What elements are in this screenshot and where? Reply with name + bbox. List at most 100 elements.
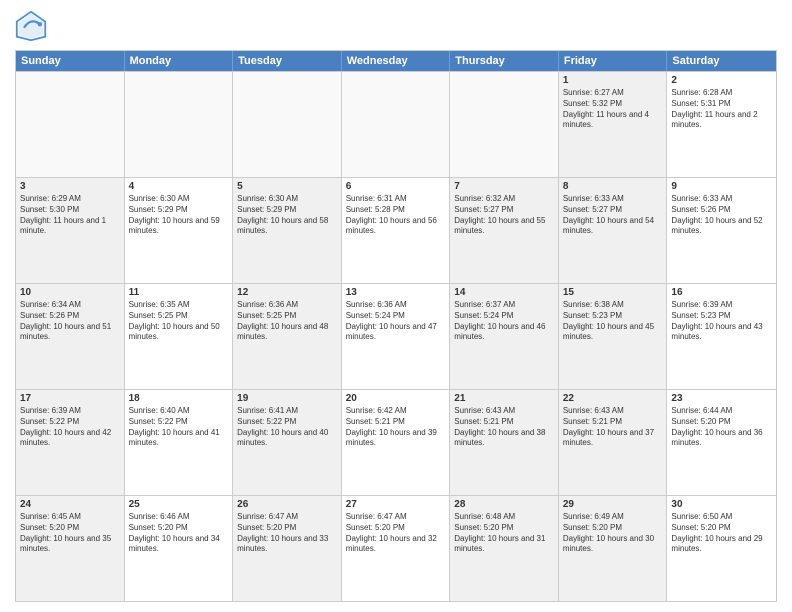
logo-icon	[15, 10, 47, 42]
cell-info: Sunrise: 6:46 AM Sunset: 5:20 PM Dayligh…	[129, 512, 229, 555]
calendar-cell-day-1: 1 Sunrise: 6:27 AM Sunset: 5:32 PM Daylig…	[559, 72, 668, 177]
calendar-cell-day-28: 28 Sunrise: 6:48 AM Sunset: 5:20 PM Dayli…	[450, 496, 559, 601]
day-number: 4	[129, 181, 229, 192]
calendar-cell-empty-0-1	[125, 72, 234, 177]
day-number: 10	[20, 287, 120, 298]
cell-info: Sunrise: 6:35 AM Sunset: 5:25 PM Dayligh…	[129, 300, 229, 343]
calendar-cell-day-15: 15Sunrise: 6:38 AM Sunset: 5:23 PM Dayli…	[559, 284, 668, 389]
calendar-cell-day-25: 25 Sunrise: 6:46 AM Sunset: 5:20 PM Dayli…	[125, 496, 234, 601]
header-day-thursday: Thursday	[450, 51, 559, 71]
day-number: 7	[454, 181, 554, 192]
cell-info: Sunrise: 6:42 AM Sunset: 5:21 PM Dayligh…	[346, 406, 446, 449]
calendar-cell-empty-0-0	[16, 72, 125, 177]
day-number: 22	[563, 393, 663, 404]
calendar-cell-day-26: 26 Sunrise: 6:47 AM Sunset: 5:20 PM Dayli…	[233, 496, 342, 601]
calendar-cell-day-9: 9Sunrise: 6:33 AM Sunset: 5:26 PM Daylig…	[667, 178, 776, 283]
header-day-friday: Friday	[559, 51, 668, 71]
page: SundayMondayTuesdayWednesdayThursdayFrid…	[0, 0, 792, 612]
cell-info: Sunrise: 6:30 AM Sunset: 5:29 PM Dayligh…	[129, 194, 229, 237]
cell-info: Sunrise: 6:43 AM Sunset: 5:21 PM Dayligh…	[454, 406, 554, 449]
cell-info: Sunrise: 6:30 AM Sunset: 5:29 PM Dayligh…	[237, 194, 337, 237]
calendar-row-5: 24Sunrise: 6:45 AM Sunset: 5:20 PM Dayli…	[16, 495, 776, 601]
cell-info: Sunrise: 6:33 AM Sunset: 5:27 PM Dayligh…	[563, 194, 663, 237]
cell-info: Sunrise: 6:43 AM Sunset: 5:21 PM Dayligh…	[563, 406, 663, 449]
cell-info: Sunrise: 6:29 AM Sunset: 5:30 PM Dayligh…	[20, 194, 120, 237]
day-number: 28	[454, 499, 554, 510]
header-day-wednesday: Wednesday	[342, 51, 451, 71]
calendar-cell-day-8: 8 Sunrise: 6:33 AM Sunset: 5:27 PM Daylig…	[559, 178, 668, 283]
day-number: 20	[346, 393, 446, 404]
header-day-sunday: Sunday	[16, 51, 125, 71]
cell-info: Sunrise: 6:44 AM Sunset: 5:20 PM Dayligh…	[671, 406, 772, 449]
calendar-cell-day-17: 17 Sunrise: 6:39 AM Sunset: 5:22 PM Dayli…	[16, 390, 125, 495]
calendar-row-3: 10Sunrise: 6:34 AM Sunset: 5:26 PM Dayli…	[16, 283, 776, 389]
cell-info: Sunrise: 6:36 AM Sunset: 5:24 PM Dayligh…	[346, 300, 446, 343]
calendar-row-2: 3 Sunrise: 6:29 AM Sunset: 5:30 PM Daylig…	[16, 177, 776, 283]
calendar-cell-day-7: 7 Sunrise: 6:32 AM Sunset: 5:27 PM Daylig…	[450, 178, 559, 283]
day-number: 2	[671, 75, 772, 86]
calendar-cell-empty-0-3	[342, 72, 451, 177]
cell-info: Sunrise: 6:31 AM Sunset: 5:28 PM Dayligh…	[346, 194, 446, 237]
calendar-cell-day-30: 30 Sunrise: 6:50 AM Sunset: 5:20 PM Dayli…	[667, 496, 776, 601]
day-number: 17	[20, 393, 120, 404]
calendar-cell-day-13: 13 Sunrise: 6:36 AM Sunset: 5:24 PM Dayli…	[342, 284, 451, 389]
calendar-cell-day-5: 5 Sunrise: 6:30 AM Sunset: 5:29 PM Daylig…	[233, 178, 342, 283]
day-number: 13	[346, 287, 446, 298]
header-day-monday: Monday	[125, 51, 234, 71]
day-number: 15	[563, 287, 663, 298]
day-number: 12	[237, 287, 337, 298]
calendar-body: 1 Sunrise: 6:27 AM Sunset: 5:32 PM Daylig…	[16, 71, 776, 601]
cell-info: Sunrise: 6:47 AM Sunset: 5:20 PM Dayligh…	[346, 512, 446, 555]
day-number: 25	[129, 499, 229, 510]
day-number: 21	[454, 393, 554, 404]
day-number: 3	[20, 181, 120, 192]
calendar-header: SundayMondayTuesdayWednesdayThursdayFrid…	[16, 51, 776, 71]
calendar-cell-day-20: 20 Sunrise: 6:42 AM Sunset: 5:21 PM Dayli…	[342, 390, 451, 495]
calendar-cell-empty-0-2	[233, 72, 342, 177]
calendar-cell-day-2: 2Sunrise: 6:28 AM Sunset: 5:31 PM Daylig…	[667, 72, 776, 177]
calendar-cell-day-14: 14 Sunrise: 6:37 AM Sunset: 5:24 PM Dayli…	[450, 284, 559, 389]
calendar-cell-day-22: 22 Sunrise: 6:43 AM Sunset: 5:21 PM Dayli…	[559, 390, 668, 495]
calendar-cell-empty-0-4	[450, 72, 559, 177]
day-number: 30	[671, 499, 772, 510]
day-number: 16	[671, 287, 772, 298]
calendar-cell-day-12: 12 Sunrise: 6:36 AM Sunset: 5:25 PM Dayli…	[233, 284, 342, 389]
day-number: 26	[237, 499, 337, 510]
calendar-cell-day-16: 16Sunrise: 6:39 AM Sunset: 5:23 PM Dayli…	[667, 284, 776, 389]
day-number: 5	[237, 181, 337, 192]
calendar-row-4: 17 Sunrise: 6:39 AM Sunset: 5:22 PM Dayli…	[16, 389, 776, 495]
cell-info: Sunrise: 6:32 AM Sunset: 5:27 PM Dayligh…	[454, 194, 554, 237]
cell-info: Sunrise: 6:47 AM Sunset: 5:20 PM Dayligh…	[237, 512, 337, 555]
cell-info: Sunrise: 6:39 AM Sunset: 5:22 PM Dayligh…	[20, 406, 120, 449]
calendar-row-1: 1 Sunrise: 6:27 AM Sunset: 5:32 PM Daylig…	[16, 71, 776, 177]
cell-info: Sunrise: 6:40 AM Sunset: 5:22 PM Dayligh…	[129, 406, 229, 449]
day-number: 6	[346, 181, 446, 192]
calendar-cell-day-6: 6 Sunrise: 6:31 AM Sunset: 5:28 PM Daylig…	[342, 178, 451, 283]
calendar-cell-day-24: 24Sunrise: 6:45 AM Sunset: 5:20 PM Dayli…	[16, 496, 125, 601]
day-number: 9	[671, 181, 772, 192]
calendar-cell-day-18: 18 Sunrise: 6:40 AM Sunset: 5:22 PM Dayli…	[125, 390, 234, 495]
cell-info: Sunrise: 6:50 AM Sunset: 5:20 PM Dayligh…	[671, 512, 772, 555]
calendar-cell-day-23: 23Sunrise: 6:44 AM Sunset: 5:20 PM Dayli…	[667, 390, 776, 495]
cell-info: Sunrise: 6:49 AM Sunset: 5:20 PM Dayligh…	[563, 512, 663, 555]
day-number: 1	[563, 75, 663, 86]
calendar-cell-day-21: 21 Sunrise: 6:43 AM Sunset: 5:21 PM Dayli…	[450, 390, 559, 495]
cell-info: Sunrise: 6:36 AM Sunset: 5:25 PM Dayligh…	[237, 300, 337, 343]
header-day-saturday: Saturday	[667, 51, 776, 71]
cell-info: Sunrise: 6:27 AM Sunset: 5:32 PM Dayligh…	[563, 88, 663, 131]
cell-info: Sunrise: 6:37 AM Sunset: 5:24 PM Dayligh…	[454, 300, 554, 343]
day-number: 29	[563, 499, 663, 510]
calendar-cell-day-27: 27Sunrise: 6:47 AM Sunset: 5:20 PM Dayli…	[342, 496, 451, 601]
day-number: 8	[563, 181, 663, 192]
calendar-cell-day-11: 11Sunrise: 6:35 AM Sunset: 5:25 PM Dayli…	[125, 284, 234, 389]
day-number: 18	[129, 393, 229, 404]
calendar-cell-day-3: 3 Sunrise: 6:29 AM Sunset: 5:30 PM Daylig…	[16, 178, 125, 283]
cell-info: Sunrise: 6:41 AM Sunset: 5:22 PM Dayligh…	[237, 406, 337, 449]
day-number: 19	[237, 393, 337, 404]
cell-info: Sunrise: 6:45 AM Sunset: 5:20 PM Dayligh…	[20, 512, 120, 555]
calendar-cell-day-4: 4 Sunrise: 6:30 AM Sunset: 5:29 PM Daylig…	[125, 178, 234, 283]
calendar-cell-day-29: 29 Sunrise: 6:49 AM Sunset: 5:20 PM Dayli…	[559, 496, 668, 601]
day-number: 14	[454, 287, 554, 298]
cell-info: Sunrise: 6:48 AM Sunset: 5:20 PM Dayligh…	[454, 512, 554, 555]
calendar-cell-day-10: 10Sunrise: 6:34 AM Sunset: 5:26 PM Dayli…	[16, 284, 125, 389]
